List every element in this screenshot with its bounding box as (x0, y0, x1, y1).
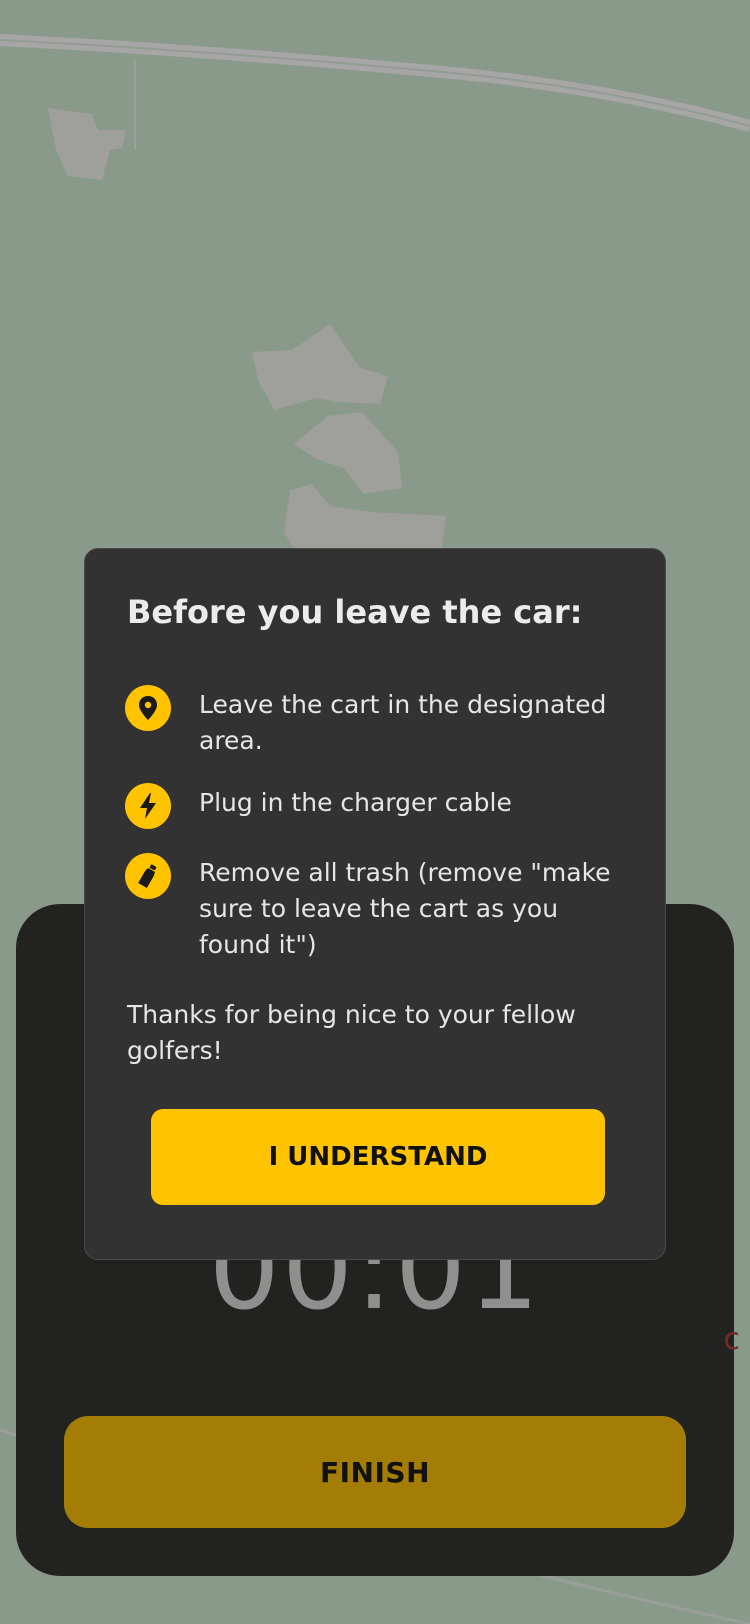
partial-text: c (723, 1322, 741, 1357)
checklist-item-text: Leave the cart in the designated area. (199, 690, 607, 755)
leave-car-dialog: Before you leave the car: Leave the cart… (84, 548, 666, 1260)
checklist-item-text: Remove all trash (remove "make sure to l… (199, 858, 611, 959)
lightning-icon (125, 783, 171, 829)
checklist-item: Plug in the charger cable (125, 783, 625, 829)
i-understand-button[interactable]: I UNDERSTAND (151, 1109, 605, 1205)
checklist-item-text: Plug in the charger cable (199, 788, 512, 817)
dialog-title: Before you leave the car: (127, 593, 583, 631)
bottle-icon (125, 853, 171, 899)
checklist-item: Remove all trash (remove "make sure to l… (125, 853, 625, 963)
finish-button[interactable]: FINISH (64, 1416, 686, 1528)
location-pin-icon (125, 685, 171, 731)
checklist-item: Leave the cart in the designated area. (125, 685, 625, 759)
thanks-text: Thanks for being nice to your fellow gol… (127, 1000, 576, 1065)
